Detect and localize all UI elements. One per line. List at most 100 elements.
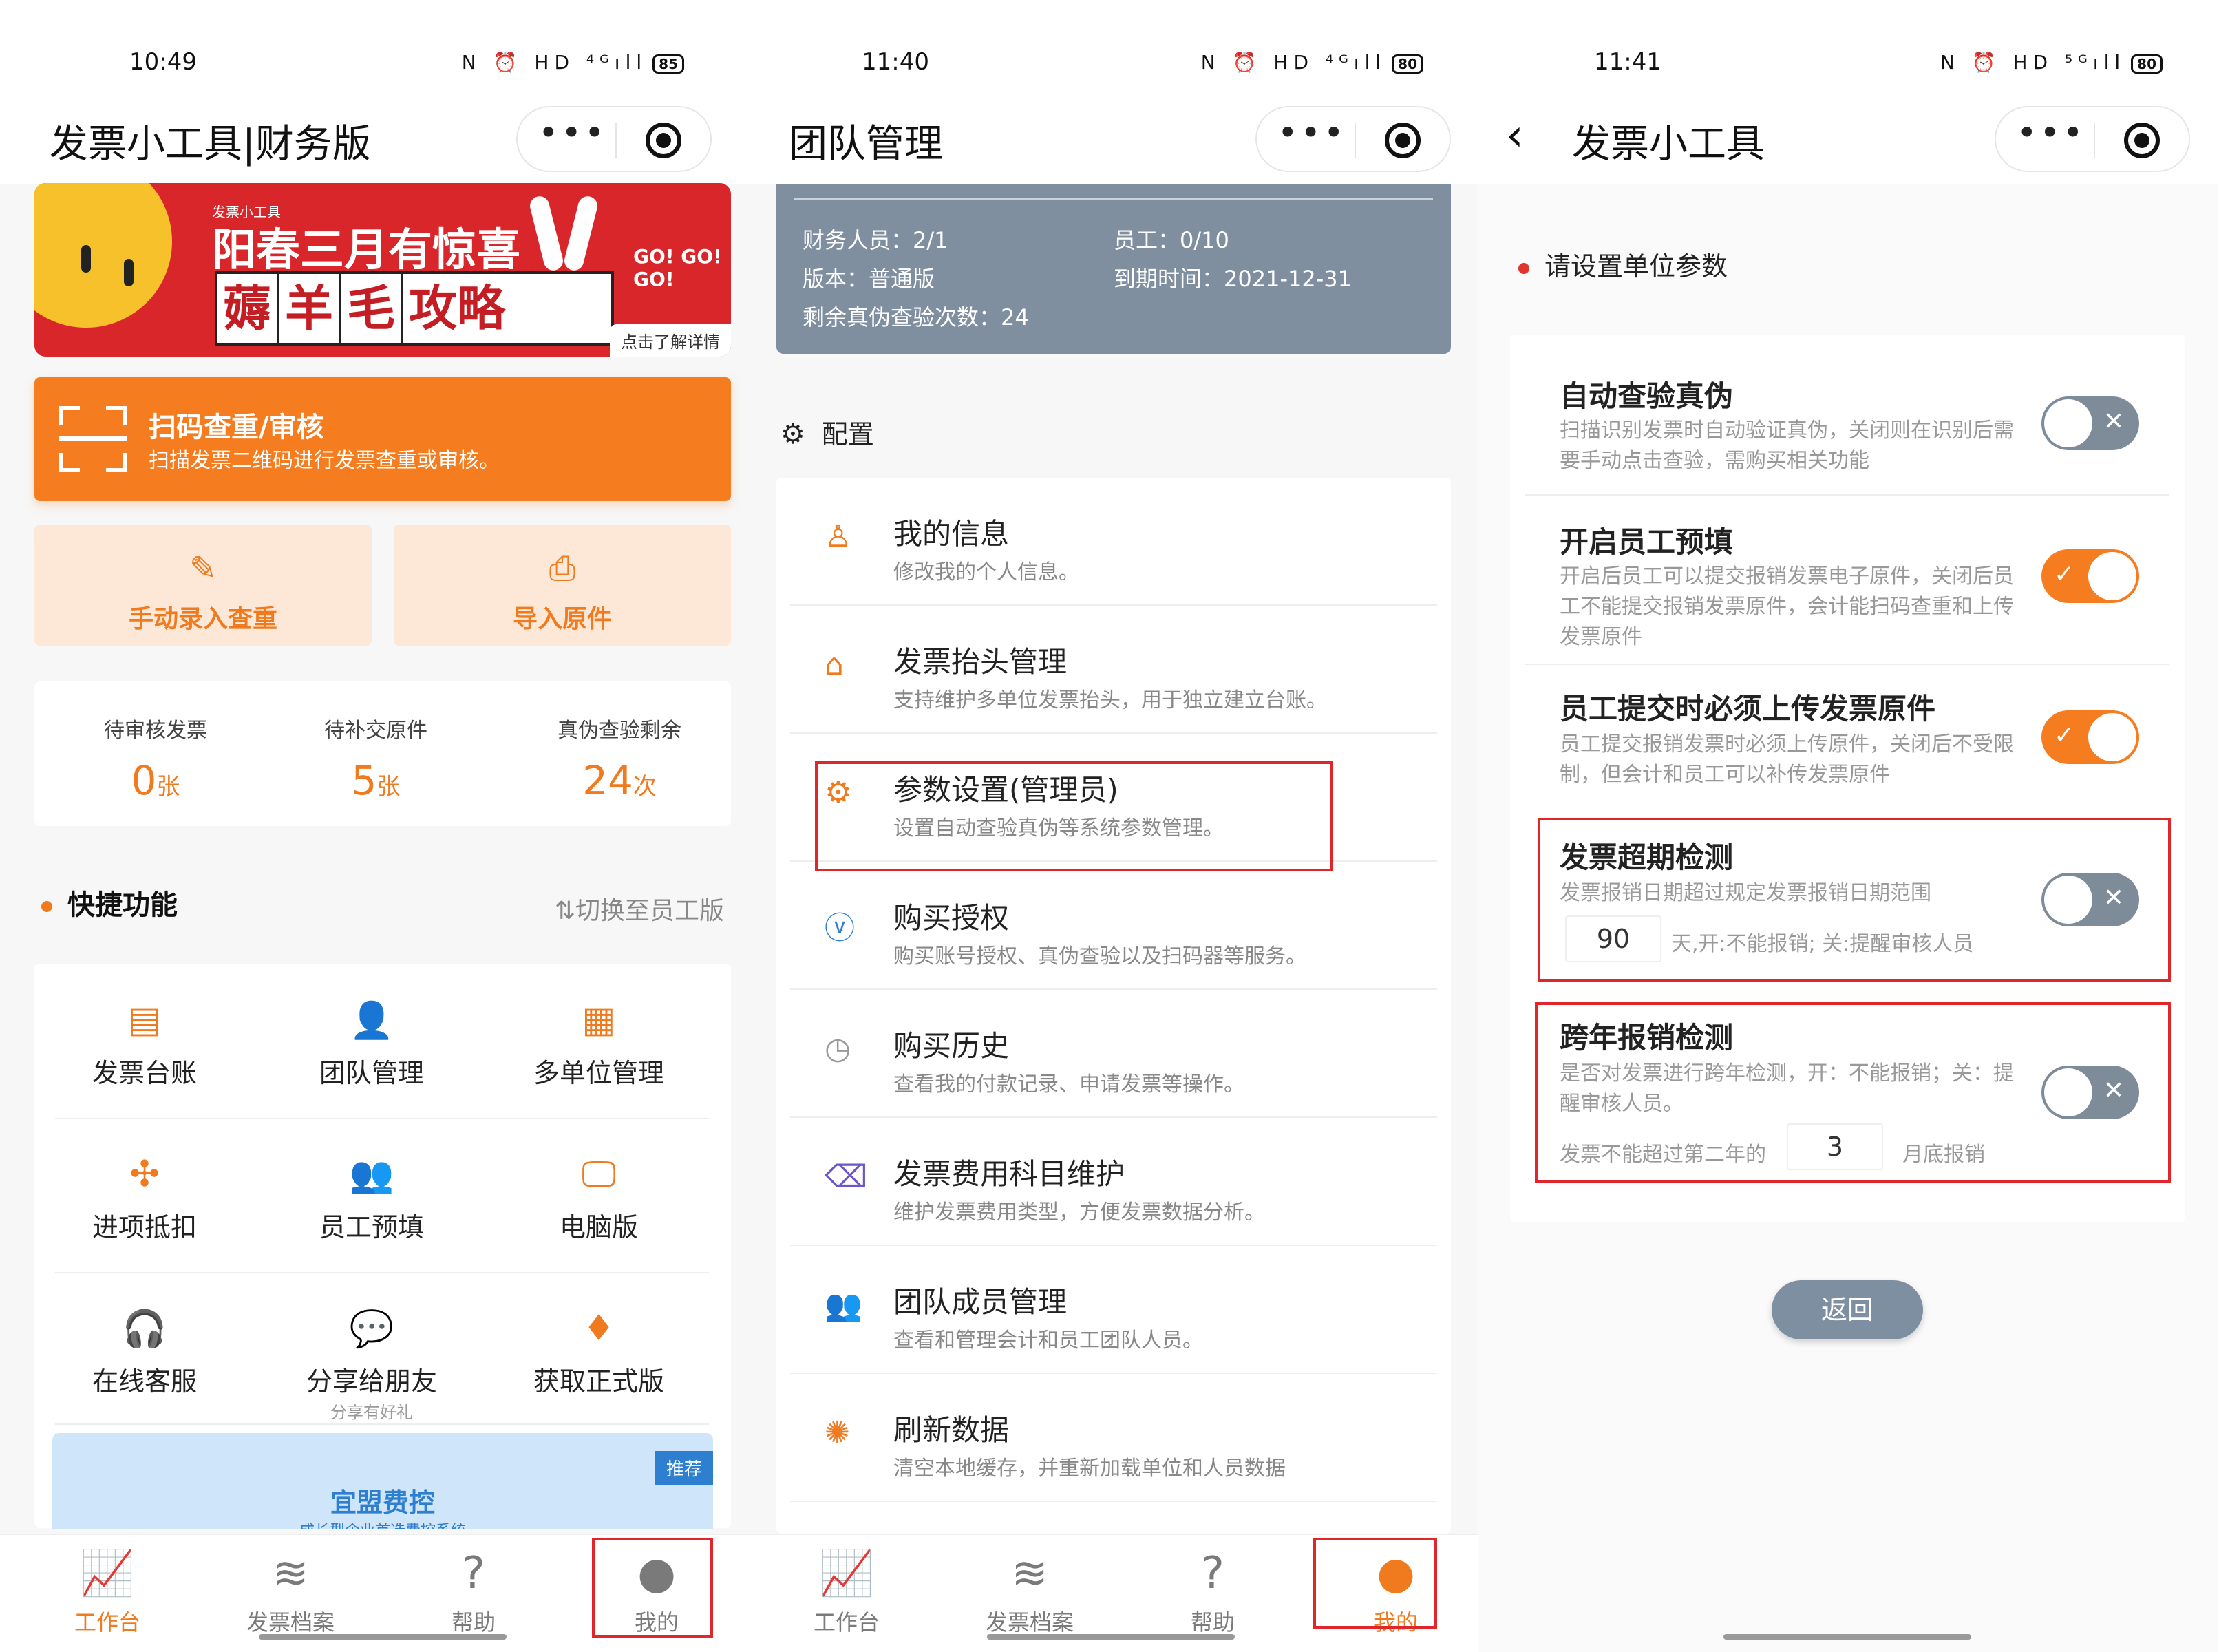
nav-bar: 发票小工具|财务版 ••• [0,103,739,184]
switch-staff-version-link[interactable]: ⇅切换至员工版 [555,891,724,926]
staff-prefill-toggle[interactable]: ✓ [2041,549,2139,603]
status-time: 10:49 [129,48,197,76]
grid-item-multi-unit[interactable]: ▦ 多单位管理 [489,964,709,1101]
home-indicator [259,1634,507,1640]
grid-item-share[interactable]: 💬 分享给朋友 分享有好礼 [262,1272,482,1422]
highlight-box [815,761,1333,871]
highlight-box [1535,1002,2171,1183]
menu-item-purchase-history[interactable]: ◷ 购买历史 查看我的付款记录、申请发票等操作。 [790,990,1437,1118]
menu-item-expense-category[interactable]: ⌫ 发票费用科目维护 维护发票费用类型，方便发票数据分析。 [790,1118,1437,1246]
nav-bar: ‹ 发票小工具 ••• [1478,103,2218,184]
config-section-title: ⚙ 配置 [781,419,874,450]
nav-bar: 团队管理 ••• [739,103,1478,184]
banner-detail-link[interactable]: 点击了解详情 [610,324,731,357]
setting-auto-verify: 自动查验真伪 扫描识别发票时自动验证真伪，关闭则在识别后需要手动点击查验，需购买… [1525,335,2169,496]
workbench-screen: 10:49 N ⏰ HD ⁴ᴳıll 85 发票小工具|财务版 ••• 发票小工具… [0,0,739,1652]
scan-check-button[interactable]: 扫码查重/审核 扫描发票二维码进行发票查重或审核。 [34,377,731,501]
deduct-icon: ✣ [129,1154,160,1195]
menu-item-team-members[interactable]: 👥 团队成员管理 查看和管理会计和员工团队人员。 [790,1246,1437,1374]
setting-require-original: 员工提交时必须上传发票原件 员工提交报销发票时必须上传原件，关闭后不受限制，但会… [1525,665,2169,814]
tab-help[interactable]: ? 帮助 [1144,1545,1282,1637]
require-original-toggle[interactable]: ✓ [2041,710,2139,764]
stats-card: 待审核发票 0张 待补交原件 5张 真伪查验剩余 24次 [34,681,731,826]
grid-item-get-pro[interactable]: ♦ 获取正式版 [489,1272,709,1410]
check-icon: ✓ [2054,560,2075,589]
promo-banner[interactable]: 发票小工具 阳春三月有惊喜 薅羊毛攻略 GO! GO! GO! 点击了解详情 [34,183,731,357]
stat-verify-remaining[interactable]: 真伪查验剩余 24次 [537,713,702,804]
banner-board: 薅羊毛攻略 [215,271,614,346]
status-time: 11:40 [862,48,929,76]
tab-workbench[interactable]: 📈 工作台 [778,1545,915,1637]
page-title: 发票小工具|财务版 [50,122,371,167]
grid-item-online-service[interactable]: 🎧 在线客服 [34,1272,255,1410]
banner-go-text: GO! GO! GO! [633,245,722,290]
quick-functions-title: 快捷功能 [41,882,178,922]
auto-verify-toggle[interactable]: ✕ [2041,396,2139,450]
menu-item-my-info[interactable]: ♙ 我的信息 修改我的个人信息。 [790,478,1437,606]
verify-remaining: 剩余真伪查验次数：24 [803,304,1029,330]
close-target-icon[interactable] [646,123,681,158]
grid-item-desktop-version[interactable]: 🖵 电脑版 [489,1118,709,1256]
menu-item-refresh-data[interactable]: ✺ 刷新数据 清空本地缓存，并重新加载单位和人员数据 [790,1374,1437,1502]
monitor-icon: 🖵 [581,1154,617,1195]
share-icon: 💬 [349,1309,394,1350]
diamond-icon: ♦ [582,1308,615,1349]
quick-function-grid: ▤ 发票台账 👤 团队管理 ▦ 多单位管理 ✣ 进项抵扣 👥 员工预填 🖵 电脑版 🎧 在线客… [34,964,731,1529]
menu-item-invoice-header[interactable]: ⌂ 发票抬头管理 支持维护多单位发票抬头，用于独立建立台账。 [790,606,1437,734]
page-title: 团队管理 [789,122,943,167]
smiley-icon [34,183,172,328]
more-icon[interactable]: ••• [538,113,607,153]
highlight-box [1538,818,2171,982]
grid-item-team-management[interactable]: 👤 团队管理 [262,964,482,1101]
mini-program-capsule[interactable]: ••• [1255,106,1451,172]
parameter-settings-screen: 11:41 N ⏰ HD ⁵ᴳıll 80 ‹ 发票小工具 ••• 请设置单位参数… [1478,0,2218,1652]
tab-workbench[interactable]: 📈 工作台 [39,1545,176,1637]
import-original-button[interactable]: ⎙ 导入原件 [394,525,731,646]
help-icon: ? [1201,1548,1224,1599]
staff-icon: 👥 [349,1154,394,1196]
x-icon: ✕ [2103,407,2124,436]
team-icon: 👥 [825,1288,862,1323]
stat-pending-original[interactable]: 待补交原件 5张 [307,713,445,804]
staff-count: 员工：0/10 [1114,227,1229,253]
battery-icon: 85 [652,54,684,74]
mini-program-capsule[interactable]: ••• [516,106,712,172]
setting-staff-prefill: 开启员工预填 开启后员工可以提交报销发票电子原件，关闭后员工不能提交报销发票原件… [1525,496,2169,665]
gear-icon: ⚙ [781,419,805,450]
tab-help[interactable]: ? 帮助 [405,1545,542,1637]
layers-icon: ≋ [1011,1548,1048,1599]
tab-invoice-archive[interactable]: ≋ 发票档案 [961,1545,1098,1637]
battery-icon: 80 [2131,54,2163,74]
expense-control-promo[interactable]: 推荐 宜盟费控 成长型企业首选费控系统 [52,1433,713,1529]
status-bar: 11:41 N ⏰ HD ⁵ᴳıll 80 [1478,0,2218,103]
verify-icon: ⓥ [825,911,855,946]
scan-subtitle: 扫描发票二维码进行发票查重或审核。 [149,449,500,473]
help-icon: ? [462,1548,485,1599]
back-button[interactable]: 返回 [1772,1280,1923,1339]
scan-icon [59,406,127,472]
menu-item-purchase-license[interactable]: ⓥ 购买授权 购买账号授权、真伪查验以及扫码器等服务。 [790,862,1437,990]
manual-entry-button[interactable]: ✎ 手动录入查重 [34,525,372,646]
expire-date: 到期时间：2021-12-31 [1114,266,1352,292]
back-arrow-icon[interactable]: ‹ [1506,110,1524,161]
refresh-icon: ✺ [825,1415,850,1450]
mini-program-capsule[interactable]: ••• [1995,106,2190,172]
config-menu: ♙ 我的信息 修改我的个人信息。 ⌂ 发票抬头管理 支持维护多单位发票抬头，用于独立建立… [776,478,1451,1534]
grid-item-invoice-ledger[interactable]: ▤ 发票台账 [34,964,255,1101]
building-icon: ⌂ [825,647,844,682]
finance-count: 财务人员：2/1 [803,227,948,253]
close-target-icon[interactable] [1385,123,1421,158]
stat-pending-review[interactable]: 待审核发票 0张 [87,713,224,804]
chart-icon: 📈 [80,1548,135,1599]
status-icons: N ⏰ HD ⁴ᴳıll 85 [462,51,684,74]
more-icon[interactable]: ••• [2017,113,2085,153]
grid-item-staff-prefill[interactable]: 👥 员工预填 [262,1118,482,1256]
grid-item-deduction[interactable]: ✣ 进项抵扣 [34,1118,255,1256]
tab-invoice-archive[interactable]: ≋ 发票档案 [222,1545,359,1637]
user-icon: ♙ [825,519,852,554]
close-target-icon[interactable] [2124,123,2160,158]
status-bar: 11:40 N ⏰ HD ⁴ᴳıll 80 [739,0,1478,103]
import-icon: ⎙ [549,549,576,588]
status-icons: N ⏰ HD ⁵ᴳıll 80 [1940,51,2163,74]
more-icon[interactable]: ••• [1277,113,1346,153]
